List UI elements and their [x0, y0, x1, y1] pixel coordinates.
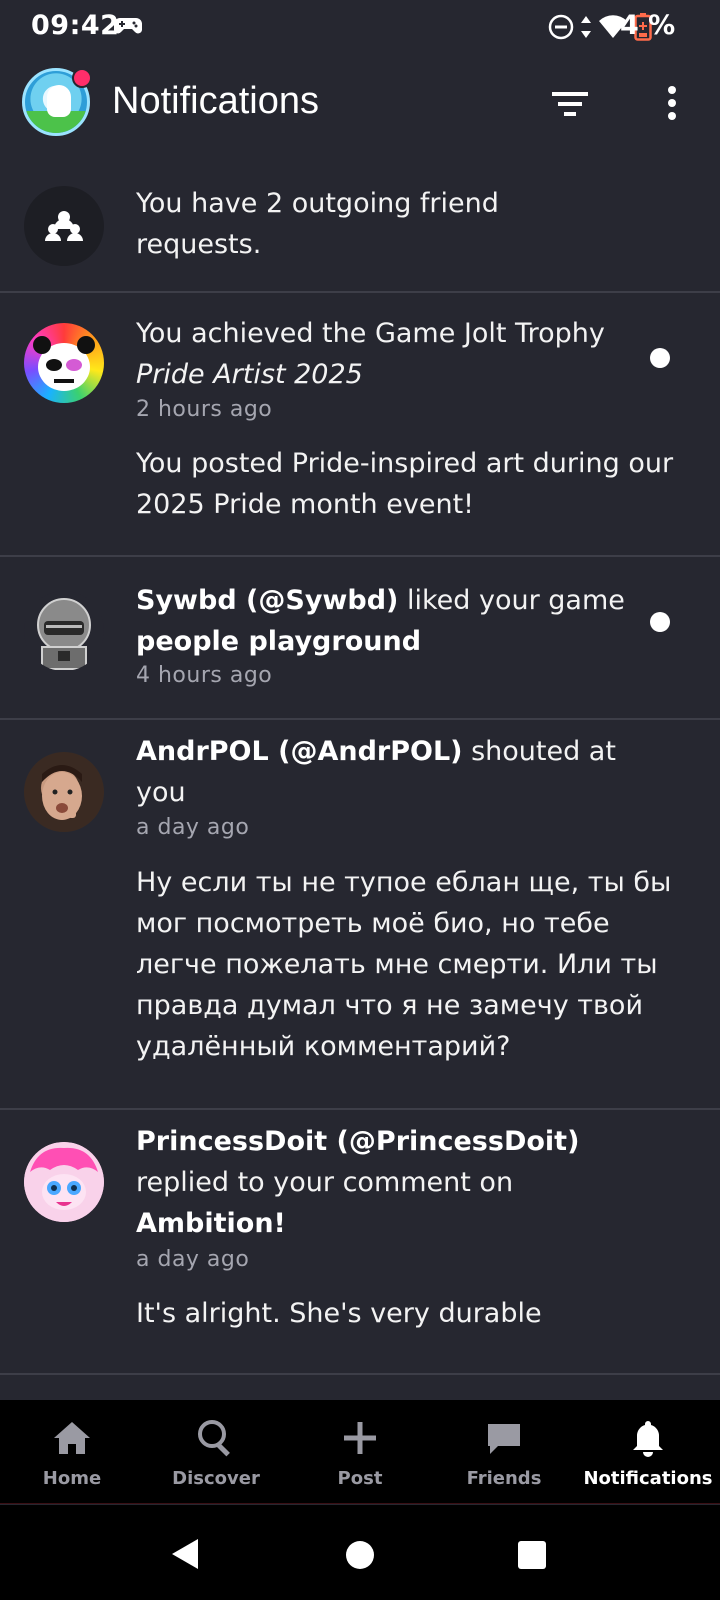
- nav-home-label: Home: [42, 1468, 102, 1489]
- notification-item[interactable]: You achieved the Game Jolt Trophy Pride …: [0, 293, 720, 557]
- system-nav-bar: [0, 1505, 720, 1600]
- post-link[interactable]: Ambition!: [136, 1208, 286, 1239]
- notification-item[interactable]: AndrPOL (@AndrPOL) shouted at you a day …: [0, 720, 720, 1110]
- home-button-icon[interactable]: [346, 1541, 374, 1569]
- action-text: liked your game: [398, 585, 625, 616]
- nav-discover[interactable]: Discover: [144, 1400, 288, 1504]
- notification-time: 2 hours ago: [136, 397, 273, 422]
- search-icon: [198, 1420, 230, 1457]
- bottom-nav: Home Discover Post Friends Notifications: [0, 1400, 720, 1504]
- page-title: Notifications: [112, 80, 319, 122]
- user-avatar[interactable]: [24, 1142, 104, 1222]
- recents-icon[interactable]: [518, 1541, 546, 1569]
- notification-item[interactable]: PrincessDoit (@PrincessDoit) replied to …: [0, 1110, 720, 1375]
- status-bar: 09:42 4 %: [0, 0, 720, 54]
- nav-home[interactable]: Home: [0, 1400, 144, 1504]
- user-avatar[interactable]: [24, 752, 104, 832]
- nav-friends[interactable]: Friends: [432, 1400, 576, 1504]
- notification-body: You posted Pride-inspired art during our…: [136, 448, 674, 520]
- notification-text: You have 2 outgoing friend requests.: [136, 188, 499, 260]
- status-time: 09:42: [31, 10, 120, 41]
- game-link[interactable]: people playground: [136, 626, 421, 657]
- notification-item[interactable]: Sywbd (@Sywbd) liked your game people pl…: [0, 557, 720, 720]
- action-text: replied to your comment on: [136, 1167, 514, 1198]
- data-arrows-icon: [581, 16, 591, 38]
- notification-text: AndrPOL (@AndrPOL) shouted at you: [136, 731, 636, 813]
- trophy-name: Pride Artist 2025: [136, 359, 363, 390]
- notification-body: Ну если ты не тупое еблан ще, ты бы мог …: [136, 867, 672, 1062]
- filter-icon[interactable]: [548, 82, 592, 126]
- back-icon[interactable]: [170, 1537, 200, 1571]
- nav-discover-label: Discover: [172, 1468, 260, 1489]
- nav-notifications-label: Notifications: [583, 1468, 713, 1489]
- notification-badge: [72, 68, 92, 88]
- notification-text: Sywbd (@Sywbd) liked your game people pl…: [136, 580, 636, 662]
- trophy-text-prefix: You achieved the Game Jolt Trophy: [136, 318, 605, 349]
- notification-text: You achieved the Game Jolt Trophy Pride …: [136, 313, 636, 395]
- home-icon: [54, 1422, 90, 1454]
- notification-time: 4 hours ago: [136, 663, 273, 688]
- app-header: Notifications: [0, 60, 720, 156]
- notification-text: PrincessDoit (@PrincessDoit) replied to …: [136, 1121, 636, 1244]
- friends-icon: [24, 186, 104, 266]
- user-link[interactable]: PrincessDoit (@PrincessDoit): [136, 1126, 579, 1157]
- nav-notifications[interactable]: Notifications: [576, 1400, 720, 1504]
- more-vert-icon[interactable]: [650, 82, 694, 126]
- user-link[interactable]: Sywbd (@Sywbd): [136, 585, 398, 616]
- nav-post[interactable]: Post: [288, 1400, 432, 1504]
- user-avatar[interactable]: [24, 591, 104, 671]
- unread-dot: [650, 348, 670, 368]
- battery-percent: 4 %: [620, 10, 676, 41]
- notification-time: a day ago: [136, 1247, 250, 1272]
- gamepad-icon: [114, 18, 142, 34]
- plus-icon: [344, 1422, 376, 1454]
- user-link[interactable]: AndrPOL (@AndrPOL): [136, 736, 463, 767]
- notification-time: a day ago: [136, 815, 250, 840]
- nav-friends-label: Friends: [466, 1468, 542, 1489]
- chat-bubble-icon: [488, 1424, 520, 1454]
- notification-item[interactable]: You have 2 outgoing friend requests.: [0, 160, 720, 293]
- do-not-disturb-icon: [548, 14, 574, 40]
- unread-dot: [650, 612, 670, 632]
- notification-body: It's alright. She's very durable: [136, 1298, 542, 1329]
- trophy-avatar: [24, 323, 104, 403]
- nav-post-label: Post: [337, 1468, 383, 1489]
- bell-icon: [633, 1421, 663, 1457]
- user-avatar-button[interactable]: [22, 68, 92, 138]
